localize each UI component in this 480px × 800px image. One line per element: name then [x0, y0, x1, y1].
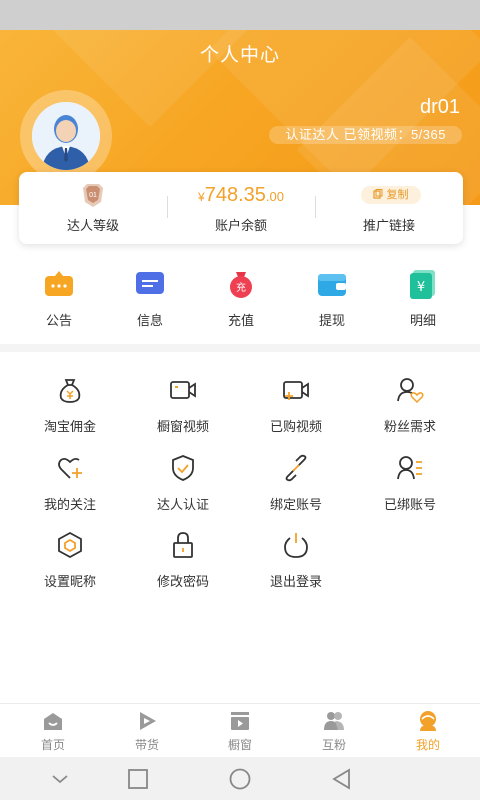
- money-bag-icon: [59, 379, 81, 403]
- system-nav-bar: [0, 757, 480, 800]
- user-list-icon: [397, 456, 422, 480]
- recent-apps-icon[interactable]: [126, 767, 150, 791]
- quick-action-label: 明细: [409, 313, 436, 328]
- shield-check-icon: [172, 455, 194, 481]
- svg-text:¥: ¥: [417, 280, 425, 295]
- username: dr01: [419, 96, 460, 118]
- level-label: 达人等级: [66, 218, 119, 233]
- tab-home[interactable]: 首页: [5, 704, 101, 758]
- message-icon: [136, 272, 164, 294]
- stats-card: 01 达人等级 ¥748.35.00 账户余额 复制 推广链接: [19, 172, 463, 244]
- menu-item-fan-demand[interactable]: 粉丝需求: [354, 376, 466, 446]
- menu-item-set-nickname[interactable]: 设置昵称: [14, 531, 126, 601]
- menu-item-label: 修改密码: [156, 574, 209, 589]
- balance-value: ¥748.35.00: [167, 184, 315, 207]
- quick-action-label: 提现: [318, 313, 345, 328]
- menu-item-label: 退出登录: [269, 574, 322, 589]
- menu-item-influencer-cert[interactable]: 达人认证: [127, 454, 239, 524]
- bottom-tab-bar: 首页 带货 橱窗 互粉 我的: [0, 703, 480, 757]
- heart-plus-icon: [58, 457, 82, 479]
- tab-mine[interactable]: 我的: [380, 704, 476, 758]
- home-circle-icon[interactable]: [228, 767, 252, 791]
- video-camera-icon: [170, 381, 196, 399]
- menu-item-bind-account[interactable]: 绑定账号: [240, 454, 352, 524]
- menu-item-logout[interactable]: 退出登录: [240, 531, 352, 601]
- menu-item-showcase-video[interactable]: 橱窗视频: [127, 376, 239, 446]
- purchased-video-icon: [283, 381, 309, 400]
- power-icon: [284, 533, 308, 558]
- recharge-bag-icon: 充: [230, 272, 252, 298]
- menu-item-purchased-video[interactable]: 已购视频: [240, 376, 352, 446]
- copy-button[interactable]: 复制: [361, 186, 421, 204]
- detail-yen-icon: ¥: [410, 270, 435, 299]
- back-triangle-icon[interactable]: [330, 767, 354, 791]
- copy-icon: [373, 189, 383, 199]
- wallet-icon: [318, 274, 346, 296]
- menu-item-label: 橱窗视频: [156, 419, 209, 434]
- users-icon: [324, 712, 344, 730]
- quick-action-detail[interactable]: ¥ 明细: [378, 262, 468, 342]
- tab-label: 带货: [134, 738, 159, 752]
- menu-item-label: 已购视频: [269, 419, 322, 434]
- menu-item-label: 绑定账号: [269, 497, 322, 512]
- tab-label: 互粉: [321, 738, 346, 752]
- balance-decimal: .00: [265, 189, 284, 204]
- balance-label: 账户余额: [214, 218, 267, 233]
- quick-action-label: 充值: [227, 313, 254, 328]
- quick-actions: 公告 信息 充 充值 提现 ¥ 明细: [0, 262, 480, 342]
- status-bar: [0, 0, 480, 30]
- lock-icon: [173, 532, 193, 558]
- section-divider: [0, 344, 480, 352]
- avatar[interactable]: [20, 90, 112, 182]
- menu-item-label: 淘宝佣金: [43, 419, 96, 434]
- play-icon: [140, 712, 156, 730]
- tab-selling[interactable]: 带货: [99, 704, 195, 758]
- chevron-down-icon[interactable]: [48, 767, 72, 791]
- menu-item-my-follow[interactable]: 我的关注: [14, 454, 126, 524]
- quick-action-announcement[interactable]: 公告: [14, 262, 104, 342]
- quick-action-label: 信息: [136, 313, 163, 328]
- level-badge-icon: 01: [83, 184, 103, 207]
- menu-item-label: 已绑账号: [383, 497, 436, 512]
- menu-item-label: 达人认证: [156, 497, 209, 512]
- announcement-icon: [45, 271, 73, 296]
- svg-text:充: 充: [236, 281, 246, 294]
- quick-action-label: 公告: [45, 313, 72, 328]
- quick-action-recharge[interactable]: 充 充值: [196, 262, 286, 342]
- tab-label: 首页: [40, 738, 65, 752]
- currency-symbol: ¥: [198, 190, 205, 204]
- menu-item-label: 我的关注: [43, 497, 96, 512]
- tab-mutual-fans[interactable]: 互粉: [286, 704, 382, 758]
- quick-action-withdraw[interactable]: 提现: [287, 262, 377, 342]
- quick-action-message[interactable]: 信息: [105, 262, 195, 342]
- stat-balance[interactable]: ¥748.35.00 账户余额: [167, 172, 315, 244]
- tab-showcase[interactable]: 橱窗: [192, 704, 288, 758]
- home-icon: [44, 713, 62, 730]
- user-avatar-icon: [32, 102, 100, 170]
- link-icon: [285, 454, 307, 482]
- menu-item-label: 粉丝需求: [383, 419, 436, 434]
- tab-label: 我的: [415, 738, 440, 752]
- copy-label: 复制: [386, 189, 409, 201]
- menu-item-taobao-commission[interactable]: 淘宝佣金: [14, 376, 126, 446]
- menu-item-label: 设置昵称: [43, 574, 96, 589]
- fan-heart-icon: [397, 378, 424, 404]
- certification-badge: 认证达人 已领视频：5/365: [269, 126, 462, 144]
- stat-level[interactable]: 01 达人等级: [19, 172, 167, 244]
- showcase-icon: [231, 712, 249, 730]
- menu-item-bound-accounts[interactable]: 已绑账号: [354, 454, 466, 524]
- tab-label: 橱窗: [227, 738, 252, 752]
- profile-icon: [420, 711, 436, 731]
- stat-promo-link[interactable]: 复制 推广链接: [315, 172, 463, 244]
- promo-link-label: 推广链接: [362, 218, 415, 233]
- balance-integer: 748.35: [204, 184, 266, 206]
- page-title: 个人中心: [199, 45, 280, 66]
- level-badge-text: 01: [89, 192, 97, 199]
- hexagon-icon: [58, 531, 82, 559]
- menu-item-change-password[interactable]: 修改密码: [127, 531, 239, 601]
